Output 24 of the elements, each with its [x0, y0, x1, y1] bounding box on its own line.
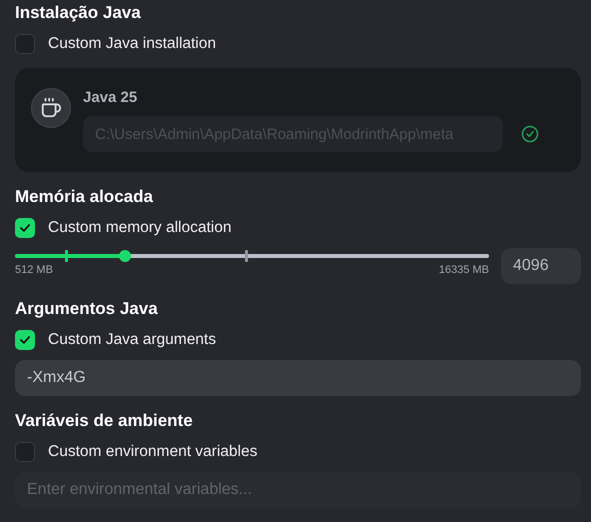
cup-icon — [40, 97, 62, 119]
checkbox[interactable] — [15, 330, 35, 350]
section-title: Variáveis de ambiente — [15, 410, 194, 432]
checkbox-label: Custom environment variables — [48, 443, 258, 461]
checkbox-label: Custom memory allocation — [48, 219, 232, 237]
max-label: 16335 MB — [438, 264, 489, 276]
checkbox[interactable] — [15, 218, 35, 238]
slider-tick — [244, 250, 248, 262]
section-title: Argumentos Java — [15, 298, 159, 320]
checkbox[interactable] — [15, 442, 35, 462]
min-label: 512 MB — [15, 264, 53, 276]
section-title: Instalação Java — [15, 2, 142, 24]
check-icon — [18, 221, 32, 235]
memory-input[interactable]: 4096 — [501, 248, 581, 284]
checkbox[interactable] — [15, 34, 35, 54]
slider-tick — [64, 250, 68, 262]
check-icon — [18, 333, 32, 347]
slider-thumb[interactable] — [118, 250, 131, 262]
checkbox-label: Custom Java arguments — [48, 331, 216, 349]
section-title: Memória alocada — [15, 186, 154, 208]
java-version: Java 25 — [83, 88, 138, 108]
text-field[interactable]: -Xmx4G — [15, 360, 581, 396]
check-circle-icon — [521, 125, 539, 143]
checkbox-label: Custom Java installation — [48, 35, 216, 53]
